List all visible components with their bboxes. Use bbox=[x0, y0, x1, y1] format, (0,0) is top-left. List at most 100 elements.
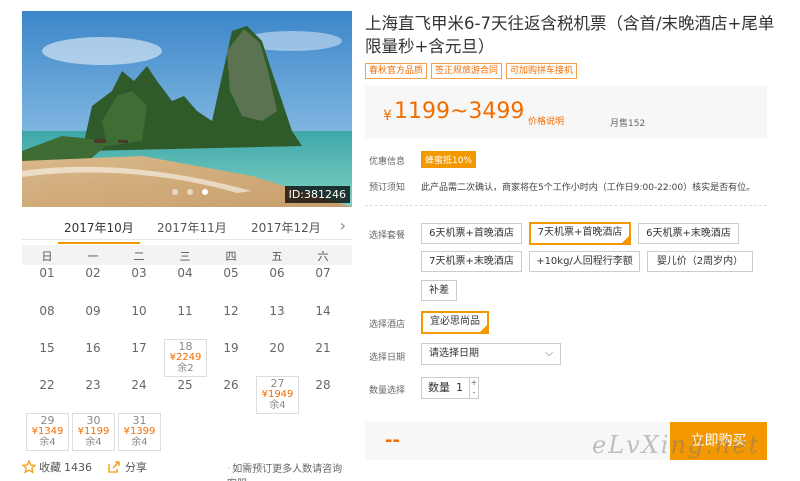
calendar-day: 01 bbox=[39, 266, 55, 280]
total-price: -- bbox=[385, 430, 400, 451]
day-number: 31 bbox=[132, 414, 147, 427]
package-option[interactable]: 补差 bbox=[421, 280, 457, 301]
month-tab-oct[interactable]: 2017年10月 bbox=[58, 219, 140, 244]
watermark: eLvXing.net bbox=[592, 431, 761, 459]
carousel-dot[interactable] bbox=[172, 189, 178, 195]
favorite-button[interactable]: 收藏 1436 bbox=[22, 459, 92, 475]
product-footer: 收藏 1436 分享 如需预订更多人数请咨询客服 bbox=[22, 459, 352, 481]
weekday: 六 bbox=[317, 250, 329, 263]
plus-icon[interactable]: + bbox=[471, 378, 478, 387]
calendar-day-priced[interactable]: 27 ¥1949 余4 bbox=[256, 376, 299, 414]
next-month-icon[interactable]: › bbox=[340, 216, 346, 235]
calendar-day: 03 bbox=[131, 266, 147, 280]
day-price: ¥1199 bbox=[77, 426, 110, 437]
notice-label: 预订须知 bbox=[369, 183, 406, 193]
calendar-day: 11 bbox=[177, 304, 193, 318]
weekday: 日 bbox=[41, 250, 53, 263]
calendar-day: 07 bbox=[315, 266, 331, 280]
qty-value[interactable]: 1 bbox=[456, 378, 463, 398]
calendar-day: 14 bbox=[315, 304, 331, 318]
qty-label: 数量选择 bbox=[369, 386, 406, 396]
carousel-dot[interactable] bbox=[187, 189, 193, 195]
product-tags: 春秋官方品质 签正规旅游合同 可加购拼车接机 bbox=[365, 63, 578, 79]
calendar-day-priced[interactable]: 30 ¥1199 余4 bbox=[72, 413, 115, 451]
qty-stepper-buttons[interactable]: + - bbox=[469, 378, 478, 398]
notice-text: 此产品需二次确认，商家将在5个工作小时内（工作日9:00-22:00）核实是否有… bbox=[421, 183, 756, 193]
day-stock: 余4 bbox=[39, 437, 56, 448]
price-calendar: 2017年10月 2017年11月 2017年12月 › 日 一 二 三 四 五… bbox=[22, 212, 352, 451]
day-number: 29 bbox=[40, 414, 55, 427]
calendar-day-priced[interactable]: 29 ¥1349 余4 bbox=[26, 413, 69, 451]
calendar-day: 21 bbox=[315, 341, 331, 355]
hotel-label: 选择酒店 bbox=[369, 320, 406, 330]
day-stock: 余2 bbox=[177, 363, 194, 374]
package-option[interactable]: 6天机票+末晚酒店 bbox=[638, 223, 739, 244]
date-label: 选择日期 bbox=[369, 353, 406, 363]
quantity-stepper[interactable]: 数量 1 + - bbox=[421, 377, 479, 399]
calendar-day: 08 bbox=[39, 304, 55, 318]
day-stock: 余4 bbox=[269, 400, 286, 411]
chevron-down-icon: ⌵ bbox=[545, 348, 553, 359]
package-option[interactable]: 婴儿价（2周岁内） bbox=[647, 251, 753, 272]
price-range: 1199~3499 bbox=[394, 99, 525, 124]
qty-text: 数量 bbox=[428, 381, 450, 394]
calendar-day: 25 bbox=[177, 378, 193, 392]
carousel-dot-active[interactable] bbox=[202, 189, 208, 195]
weekday: 二 bbox=[133, 250, 145, 263]
beach-photo bbox=[22, 11, 352, 207]
day-stock: 余4 bbox=[131, 437, 148, 448]
day-stock: 余4 bbox=[85, 437, 102, 448]
calendar-day: 24 bbox=[131, 378, 147, 392]
day-number: 27 bbox=[270, 377, 285, 390]
contact-hint: 如需预订更多人数请咨询客服 bbox=[227, 460, 352, 481]
share-label: 分享 bbox=[125, 461, 147, 474]
calendar-day: 05 bbox=[223, 266, 239, 280]
price-currency: ¥ bbox=[383, 108, 392, 124]
day-price: ¥2249 bbox=[169, 352, 202, 363]
favorite-label: 收藏 bbox=[39, 461, 61, 474]
product-hero-image[interactable]: ID:381246 bbox=[22, 11, 352, 207]
calendar-day-priced[interactable]: 31 ¥1399 余4 bbox=[118, 413, 161, 451]
star-icon bbox=[22, 460, 36, 474]
day-price: ¥1949 bbox=[261, 389, 294, 400]
share-button[interactable]: 分享 bbox=[107, 459, 147, 475]
month-tabs: 2017年10月 2017年11月 2017年12月 › bbox=[22, 212, 352, 244]
divider bbox=[365, 205, 767, 206]
calendar-day: 06 bbox=[269, 266, 285, 280]
calendar-day: 02 bbox=[85, 266, 101, 280]
day-price: ¥1349 bbox=[31, 426, 64, 437]
month-tab-nov[interactable]: 2017年11月 bbox=[157, 219, 227, 236]
tag: 可加购拼车接机 bbox=[506, 63, 578, 79]
calendar-day: 04 bbox=[177, 266, 193, 280]
price-note-link[interactable]: 价格说明 bbox=[528, 114, 564, 127]
weekday: 三 bbox=[179, 250, 191, 263]
month-tab-dec[interactable]: 2017年12月 bbox=[251, 219, 321, 236]
date-select-value: 请选择日期 bbox=[429, 348, 479, 359]
product-title: 上海直飞甲米6-7天往返含税机票（含首/末晚酒店+尾单限量秒+含元旦） bbox=[365, 14, 775, 56]
hotel-option-selected[interactable]: 宜必思尚品 bbox=[421, 311, 489, 334]
package-option[interactable]: 7天机票+末晚酒店 bbox=[421, 251, 522, 272]
calendar-day: 15 bbox=[39, 341, 55, 355]
package-option[interactable]: 6天机票+首晚酒店 bbox=[421, 223, 522, 244]
calendar-day: 12 bbox=[223, 304, 239, 318]
date-select[interactable]: 请选择日期 ⌵ bbox=[421, 343, 561, 365]
day-number: 30 bbox=[86, 414, 101, 427]
calendar-day: 09 bbox=[85, 304, 101, 318]
promo-label: 优惠信息 bbox=[369, 157, 406, 167]
minus-icon[interactable]: - bbox=[473, 388, 476, 397]
calendar-day: 16 bbox=[85, 341, 101, 355]
calendar-day-priced[interactable]: 18 ¥2249 余2 bbox=[164, 339, 207, 377]
calendar-day: 28 bbox=[315, 378, 331, 392]
package-option-selected[interactable]: 7天机票+首晚酒店 bbox=[529, 222, 631, 245]
day-number: 18 bbox=[178, 340, 193, 353]
promo-badge: 蜂蜜抵10% bbox=[421, 151, 477, 168]
calendar-day: 10 bbox=[131, 304, 147, 318]
calendar-day: 26 bbox=[223, 378, 239, 392]
calendar-day: 22 bbox=[39, 378, 55, 392]
calendar-day: 20 bbox=[269, 341, 285, 355]
package-option[interactable]: +10kg/人回程行李额 bbox=[529, 251, 640, 272]
tag: 签正规旅游合同 bbox=[431, 63, 503, 79]
image-id-label: ID:381246 bbox=[284, 186, 350, 203]
carousel-dots[interactable] bbox=[172, 189, 208, 195]
favorite-count: 1436 bbox=[64, 460, 92, 474]
